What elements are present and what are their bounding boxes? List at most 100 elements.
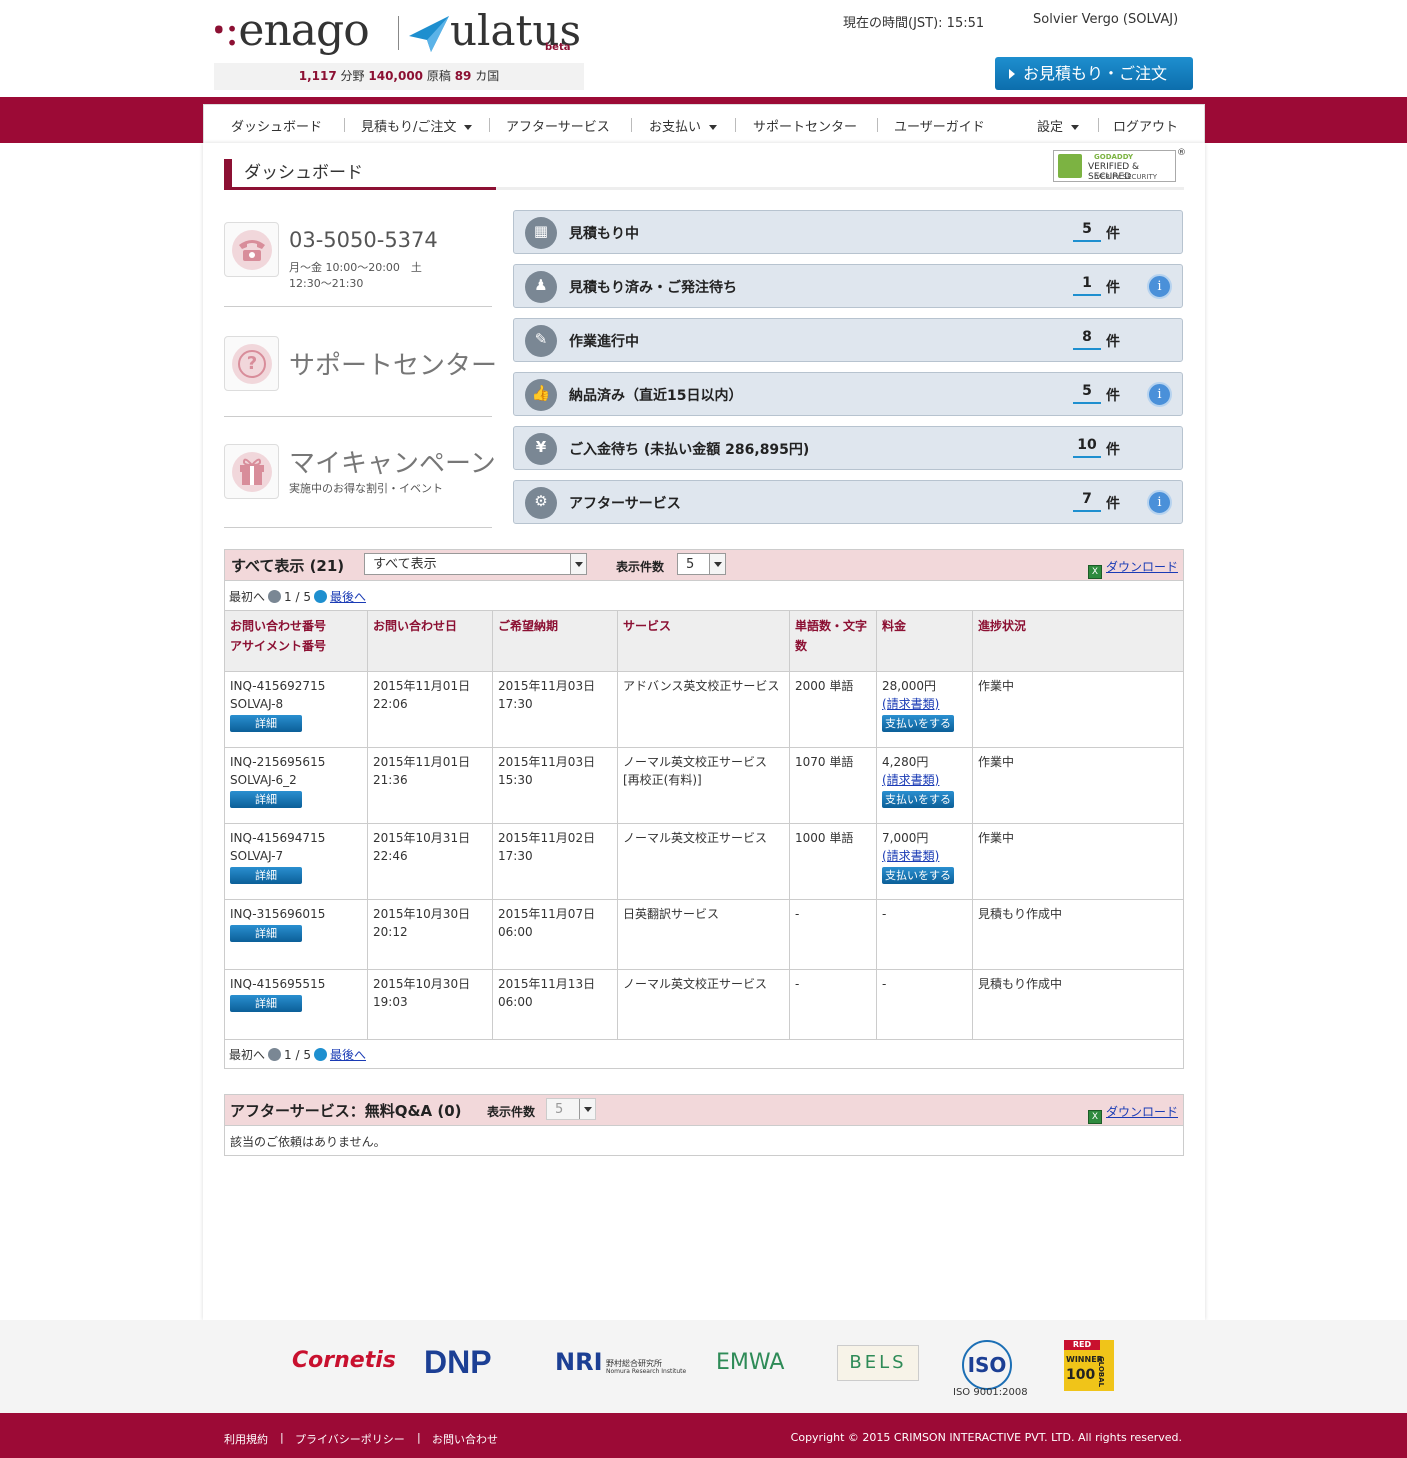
status-panel[interactable]: ¥ ご入金待ち (未払い金額 286,895円) 10 件 <box>513 426 1183 470</box>
status-label: 納品済み（直近15日以内） <box>569 388 743 404</box>
orders-title: すべて表示 (21) <box>231 557 345 575</box>
col-words: 単語数・文字数 <box>789 610 877 672</box>
nav-logout[interactable]: ログアウト <box>1113 116 1178 135</box>
table-row: INQ-315696015 詳細 2015年10月30日 20:12 2015年11月0… <box>224 899 1184 970</box>
status-label: アフターサービス <box>569 496 681 512</box>
lock-icon <box>1058 154 1082 178</box>
qa-per-page-select[interactable]: 5 <box>546 1098 596 1120</box>
page: ꞏ:enago ulatus beta 1,117 分野 140,000 原稿 … <box>0 0 1407 1458</box>
prev-icon[interactable] <box>268 590 282 603</box>
status-panel[interactable]: ▦ 見積もり中 5 件 <box>513 210 1183 254</box>
page-title: ダッシュボード <box>224 159 496 189</box>
invoice-link[interactable]: (請求書類) <box>882 849 939 863</box>
pay-button[interactable]: 支払いをする <box>882 715 954 732</box>
my-campaign-link[interactable]: マイキャンペーン <box>289 443 496 480</box>
table-row: INQ-415695515 詳細 2015年10月30日 19:03 2015年11月1… <box>224 969 1184 1040</box>
status-count[interactable]: 7 <box>1073 491 1101 512</box>
detail-button[interactable]: 詳細 <box>230 867 302 884</box>
excel-icon: X <box>1088 565 1102 579</box>
footer-privacy-link[interactable]: プライバシーポリシー <box>295 1431 405 1447</box>
download-link[interactable]: X ダウンロード <box>1088 558 1178 579</box>
cell-service: アドバンス英文校正サービス <box>617 671 790 748</box>
logo[interactable]: ꞏ:enago ulatus beta <box>212 8 584 58</box>
support-center-link[interactable]: サポートセンター <box>289 345 497 382</box>
detail-button[interactable]: 詳細 <box>230 925 302 942</box>
pay-button[interactable]: 支払いをする <box>882 791 954 808</box>
cell-service: 日英翻訳サービス <box>617 899 790 970</box>
partner-logos: Cornetis DNP NRI 野村総合研究所 Nomura Research… <box>0 1320 1407 1413</box>
status-panel[interactable]: ⚙ アフターサービス 7 件 i <box>513 480 1183 524</box>
phone-number[interactable]: 03-5050-5374 <box>289 228 438 252</box>
footer-contact-link[interactable]: お問い合わせ <box>432 1431 498 1447</box>
orders-table: お問い合わせ番号 アサイメント番号 お問い合わせ日 ご希望納期 サービス 単語数・… <box>224 610 1184 1040</box>
status-count[interactable]: 10 <box>1073 437 1101 458</box>
per-page-select[interactable]: 5 <box>677 553 726 575</box>
qa-download-link[interactable]: X ダウンロード <box>1088 1103 1178 1124</box>
chevron-down-icon <box>464 125 473 130</box>
main-nav: ダッシュボード 見積もり/ご注文 アフターサービス お支払い サポートセンター … <box>203 104 1205 143</box>
nav-divider <box>489 118 490 132</box>
nav-divider <box>735 118 736 132</box>
cell-words: 1000 単語 <box>789 823 877 900</box>
status-count[interactable]: 8 <box>1073 329 1101 350</box>
emwa-logo: EMWA <box>716 1350 785 1375</box>
cell-due: 2015年11月02日 17:30 <box>492 823 618 900</box>
info-icon[interactable]: i <box>1147 490 1172 515</box>
nav-settings[interactable]: 設定 <box>1037 116 1080 135</box>
status-panel[interactable]: 👍 納品済み（直近15日以内） 5 件 i <box>513 372 1183 416</box>
godaddy-seal[interactable]: GODADDY VERIFIED & SECURED VERIFY SECURI… <box>1053 150 1176 182</box>
invoice-link[interactable]: (請求書類) <box>882 697 939 711</box>
next-icon[interactable] <box>313 590 327 603</box>
filter-select[interactable]: すべて表示 <box>364 553 587 575</box>
cell-inquiry: INQ-415694715 SOLVAJ-7 詳細 <box>224 823 368 900</box>
pager-first[interactable]: 最初へ <box>229 590 265 604</box>
stamp-icon: ♟ <box>525 271 557 303</box>
footer-terms-link[interactable]: 利用規約 <box>224 1431 268 1447</box>
nav-divider <box>344 118 345 132</box>
orders-header: すべて表示 (21) すべて表示 表示件数 5 X ダウンロード <box>225 550 1183 581</box>
nav-payment[interactable]: お支払い <box>649 116 718 135</box>
nav-after-service[interactable]: アフターサービス <box>506 116 610 135</box>
cell-date: 2015年11月01日 21:36 <box>367 747 493 824</box>
quote-order-button[interactable]: お見積もり・ご注文 <box>995 57 1193 90</box>
qa-header: アフターサービス：無料Q&A (0) 表示件数 5 X ダウンロード <box>225 1095 1183 1126</box>
detail-button[interactable]: 詳細 <box>230 791 302 808</box>
cell-fee: 28,000円 (請求書類) 支払いをする <box>876 671 973 748</box>
info-icon[interactable]: i <box>1147 382 1172 407</box>
status-panel[interactable]: ♟ 見積もり済み・ご発注待ち 1 件 i <box>513 264 1183 308</box>
cell-inquiry: INQ-215695615 SOLVAJ-6_2 詳細 <box>224 747 368 824</box>
yen-icon: ¥ <box>525 433 557 465</box>
next-icon[interactable] <box>313 1048 327 1061</box>
cell-status: 作業中 <box>972 747 1184 824</box>
pager-position: 1 / 5 <box>284 1048 311 1062</box>
status-count[interactable]: 1 <box>1073 275 1101 296</box>
user-name[interactable]: Solvier Vergo (SOLVAJ) <box>1033 12 1178 27</box>
pager-first[interactable]: 最初へ <box>229 1048 265 1062</box>
prev-icon[interactable] <box>268 1048 282 1061</box>
cell-fee: - <box>876 969 973 1040</box>
col-due: ご希望納期 <box>492 610 618 672</box>
cell-words: - <box>789 899 877 970</box>
status-unit: 件 <box>1106 280 1120 296</box>
red-herring-logo: RED HERRING WINNER 100 GLOBAL <box>1064 1340 1114 1391</box>
nav-quote-order[interactable]: 見積もり/ご注文 <box>361 116 473 135</box>
col-status: 進捗状況 <box>972 610 1184 672</box>
status-panel[interactable]: ✎ 作業進行中 8 件 <box>513 318 1183 362</box>
calculator-icon: ▦ <box>525 217 557 249</box>
cell-words: - <box>789 969 877 1040</box>
nav-dashboard[interactable]: ダッシュボード <box>231 116 322 135</box>
status-count[interactable]: 5 <box>1073 221 1101 242</box>
invoice-link[interactable]: (請求書類) <box>882 773 939 787</box>
detail-button[interactable]: 詳細 <box>230 995 302 1012</box>
pager-last[interactable]: 最後へ <box>330 1048 366 1062</box>
nav-divider <box>1098 118 1099 132</box>
status-count[interactable]: 5 <box>1073 383 1101 404</box>
info-icon[interactable]: i <box>1147 274 1172 299</box>
pay-button[interactable]: 支払いをする <box>882 867 954 884</box>
nav-user-guide[interactable]: ユーザーガイド <box>894 116 985 135</box>
pager-last[interactable]: 最後へ <box>330 590 366 604</box>
status-unit: 件 <box>1106 226 1120 242</box>
detail-button[interactable]: 詳細 <box>230 715 302 732</box>
nav-support-center[interactable]: サポートセンター <box>753 116 857 135</box>
nri-logo: NRI <box>555 1348 603 1376</box>
